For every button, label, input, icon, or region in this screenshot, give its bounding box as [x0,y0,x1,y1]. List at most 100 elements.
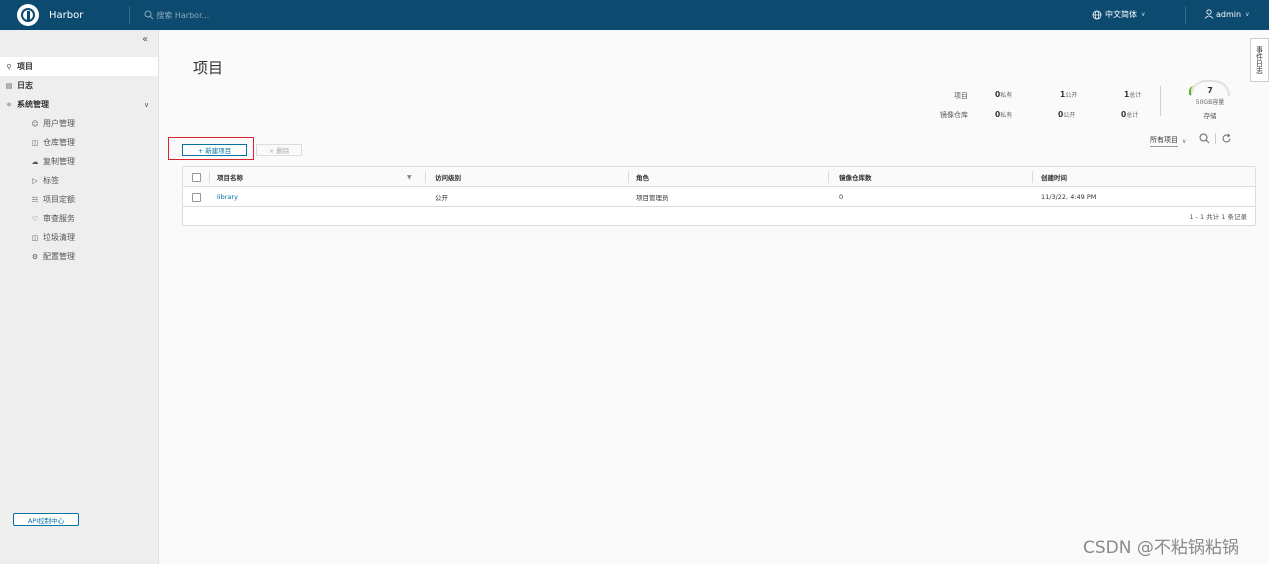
gear-icon: ⚙ [31,252,39,261]
column-header-role[interactable]: 角色 [636,167,649,187]
stat-projects-private: 0私有 [995,90,1013,99]
registry-icon: ◫ [31,138,39,147]
storage-label: 存储 [1203,112,1217,120]
column-separator [209,171,210,183]
table-row: library 公开 项目管理员 0 11/3/22, 4:49 PM [183,187,1255,207]
divider [1215,133,1216,144]
quota-icon: ☷ [31,195,39,204]
search-input[interactable]: 搜索 Harbor... [156,10,209,21]
sidebar-item-registries[interactable]: ◫ 仓库管理 [0,133,158,152]
filter-icon[interactable]: ▼ [407,167,412,187]
repo-count: 0 [839,193,844,201]
search-icon [144,10,154,20]
chevron-down-icon: ∨ [1141,11,1146,18]
stat-repos-total: 0总计 [1121,110,1139,119]
sidebar-item-gc[interactable]: ◫ 垃圾清理 [0,228,158,247]
chevron-down-icon: ∨ [144,100,150,109]
filter-select[interactable]: 所有项目 [1150,135,1178,147]
column-separator [1032,171,1033,183]
stat-repos-public: 0公开 [1058,110,1076,119]
creation-time: 11/3/22, 4:49 PM [1041,193,1097,201]
sidebar: « ⚲ 项目 ▤ 日志 ⚛ 系统管理 ∨ ☺ 用户管理 ◫ 仓库管理 ☁ 复制管… [0,30,159,564]
sidebar-item-label: 系统管理 [17,100,49,109]
top-header: Harbor 搜索 Harbor... [0,0,1269,30]
role: 项目管理员 [636,194,669,202]
projects-icon: ⚲ [6,62,12,71]
sidebar-item-config[interactable]: ⚙ 配置管理 [0,247,158,266]
project-filter[interactable]: 所有项目 ∨ [1150,135,1186,147]
sidebar-item-label: 日志 [17,81,33,90]
sidebar-item-interrogation[interactable]: ♡ 审查服务 [0,209,158,228]
watermark: CSDN @不粘锅粘锅 [1083,538,1239,558]
replication-icon: ☁ [31,157,39,166]
chevron-down-icon: ∨ [1245,10,1250,18]
page-title: 项目 [193,59,224,77]
sidebar-item-label: 仓库管理 [43,138,75,147]
select-all-checkbox[interactable] [192,167,201,187]
row-checkbox[interactable] [192,187,201,207]
sidebar-item-label: 标签 [43,176,59,185]
column-separator [628,171,629,183]
header-divider [129,6,131,24]
column-header-repo-count[interactable]: 镜像仓库数 [839,167,872,187]
global-search[interactable]: 搜索 Harbor... [144,10,209,21]
stat-repos-private: 0私有 [995,110,1013,119]
language-label: 中文简体 [1105,10,1137,19]
sidebar-item-label: 审查服务 [43,214,75,223]
search-icon[interactable] [1199,133,1210,144]
shield-icon: ♡ [31,214,39,223]
access-level: 公开 [435,194,448,202]
storage-value: 7 [1207,86,1213,95]
sidebar-item-labels[interactable]: ▷ 标签 [0,171,158,190]
projects-table: 项目名称 ▼ 访问级别 角色 镜像仓库数 创建时间 library 公开 项目管… [182,166,1256,226]
new-project-button[interactable]: + 新建项目 [182,144,247,156]
sidebar-item-replications[interactable]: ☁ 复制管理 [0,152,158,171]
logs-icon: ▤ [5,81,13,90]
user-menu[interactable]: admin ∨ [1204,9,1249,19]
event-log-label: 事件日志 [1255,46,1264,74]
globe-icon [1092,10,1102,19]
brand-name[interactable]: Harbor [49,10,83,21]
sidebar-item-label: 用户管理 [43,119,75,128]
header-divider [1185,6,1186,24]
sidebar-item-label: 项目 [17,62,33,71]
sidebar-item-label: 复制管理 [43,157,75,166]
column-separator [425,171,426,183]
user-icon [1204,9,1214,19]
users-icon: ☺ [31,119,39,128]
stat-projects-public: 1公开 [1060,90,1078,99]
table-header: 项目名称 ▼ 访问级别 角色 镜像仓库数 创建时间 [183,167,1255,187]
collapse-sidebar-icon[interactable]: « [142,34,148,45]
refresh-icon[interactable] [1221,133,1232,144]
project-name-link[interactable]: library [217,187,238,207]
sidebar-item-users[interactable]: ☺ 用户管理 [0,114,158,133]
stat-repos-label: 镜像仓库 [940,111,968,119]
column-separator [828,171,829,183]
admin-icon: ⚛ [5,100,13,109]
column-header-name[interactable]: 项目名称 [217,167,243,187]
tag-icon: ▷ [32,176,38,185]
api-explorer-button[interactable]: API控制中心 [13,513,79,526]
sidebar-item-label: 项目定额 [43,195,75,204]
column-header-access[interactable]: 访问级别 [435,167,461,187]
stats-divider [1160,86,1161,116]
sidebar-item-label: 垃圾清理 [43,233,75,242]
event-log-tab[interactable]: 事件日志 [1250,38,1269,82]
chevron-down-icon: ∨ [1182,137,1187,145]
language-selector[interactable]: 中文简体 ∨ [1092,9,1145,20]
sidebar-item-quotas[interactable]: ☷ 项目定额 [0,190,158,209]
filter-actions [1199,133,1232,144]
sidebar-item-logs[interactable]: ▤ 日志 [0,76,158,95]
pagination-info: 1 - 1 共计 1 条记录 [1189,213,1247,221]
username: admin [1216,9,1242,19]
stat-projects-label: 项目 [954,92,968,100]
column-header-created[interactable]: 创建时间 [1041,167,1067,187]
sidebar-item-admin[interactable]: ⚛ 系统管理 ∨ [0,95,158,114]
trash-icon: ◫ [31,233,39,242]
sidebar-item-projects[interactable]: ⚲ 项目 [0,57,158,76]
delete-button[interactable]: × 删除 [256,144,302,156]
harbor-logo-icon[interactable] [17,4,39,26]
sidebar-item-label: 配置管理 [43,252,75,261]
storage-capacity: 50GB容量 [1195,99,1225,106]
stat-projects-total: 1总计 [1124,90,1142,99]
